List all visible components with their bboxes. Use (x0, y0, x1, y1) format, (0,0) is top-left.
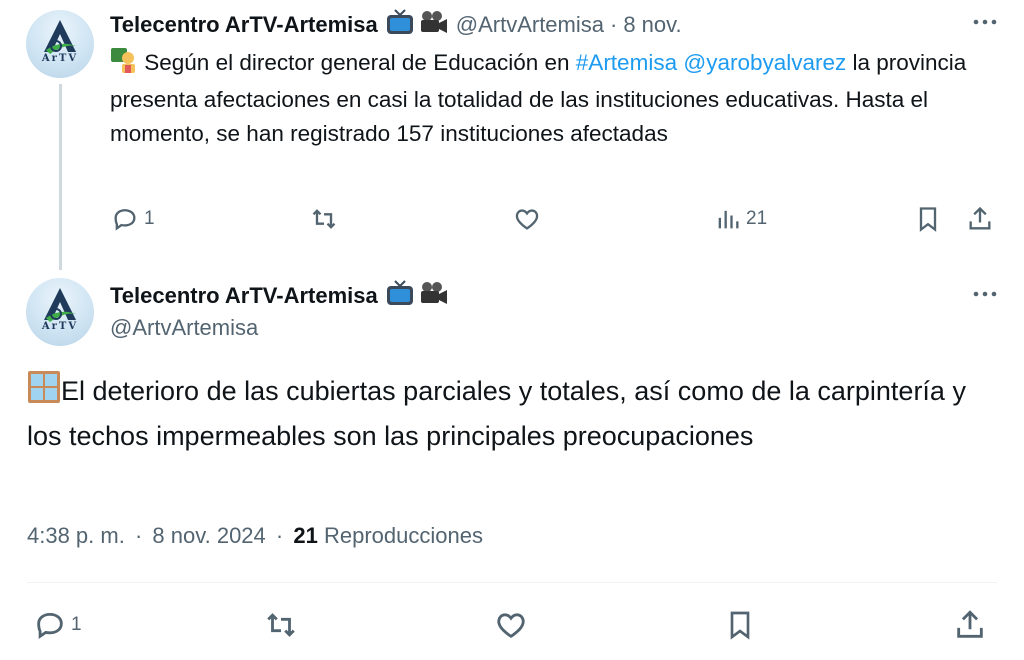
more-icon[interactable] (972, 282, 998, 312)
like-button[interactable] (494, 608, 528, 642)
views-count: 21 (746, 208, 768, 229)
tweet2-header: Telecentro ArTV-Artemisa (110, 280, 448, 311)
meta-separator: · (134, 523, 143, 548)
bookmark-icon (730, 611, 750, 640)
like-icon (497, 613, 525, 638)
views-label: Reproducciones (323, 523, 483, 548)
avatar[interactable]: ArTV (26, 278, 94, 346)
tweet-time[interactable]: 4:38 p. m. (27, 523, 125, 548)
views-icon (718, 210, 739, 229)
window-emoji-icon (27, 370, 61, 416)
movie-camera-emoji-icon (418, 9, 448, 41)
retweet-icon (312, 209, 336, 229)
bookmark-icon (919, 207, 937, 232)
retweet-button[interactable] (308, 205, 340, 233)
reply-button[interactable]: 1 (110, 205, 155, 233)
share-icon (969, 206, 991, 230)
more-icon[interactable] (972, 10, 998, 40)
header-separator: · (610, 12, 618, 37)
avatar-logo-text: ArTV (41, 53, 79, 64)
tweet2-text: El deterioro de las cubiertas parciales … (27, 370, 987, 457)
reply-button[interactable]: 1 (33, 608, 82, 642)
like-button[interactable] (512, 205, 542, 233)
author-handle[interactable]: @ArtvArtemisa (110, 315, 258, 341)
share-icon (957, 610, 983, 638)
avatar[interactable]: ArTV (26, 10, 94, 78)
tweet2-actions: 1 (27, 604, 1007, 648)
views-button[interactable]: 21 (714, 205, 767, 233)
author-name[interactable]: Telecentro ArTV-Artemisa (110, 283, 378, 309)
bookmark-button[interactable] (724, 608, 756, 642)
retweet-icon (267, 613, 295, 637)
divider (27, 582, 997, 583)
retweet-button[interactable] (263, 608, 299, 642)
share-button[interactable] (953, 608, 987, 642)
avatar-logo-text: ArTV (41, 321, 79, 332)
tweet-date[interactable]: 8 nov. (623, 12, 681, 38)
thread-line (59, 84, 62, 270)
share-button[interactable] (966, 205, 994, 233)
bookmark-button[interactable] (914, 205, 942, 233)
views-count: 21 (293, 523, 318, 548)
tweet1-header: Telecentro ArTV-Artemisa @ArtvArtemisa ·… (110, 9, 682, 41)
like-icon (515, 209, 539, 230)
author-name[interactable]: Telecentro ArTV-Artemisa (110, 12, 378, 38)
reply-icon (114, 209, 136, 231)
hashtag-link[interactable]: #Artemisa (576, 50, 677, 75)
reply-count: 1 (71, 614, 82, 635)
tweet2-body: El deterioro de las cubiertas parciales … (27, 376, 966, 451)
tweet1-text: Según el director general de Educación e… (110, 46, 1010, 151)
author-handle[interactable]: @ArtvArtemisa (456, 12, 604, 38)
tv-emoji-icon (386, 280, 414, 311)
meta-separator: · (275, 523, 284, 548)
reply-icon (37, 612, 63, 640)
tweet-meta: 4:38 p. m. · 8 nov. 2024 · 21 Reproducci… (27, 523, 483, 549)
mention-link[interactable]: @yarobyalvarez (683, 50, 846, 75)
artv-logo-icon (44, 20, 76, 54)
tweet-date[interactable]: 8 nov. 2024 (152, 523, 265, 548)
tv-emoji-icon (386, 9, 414, 41)
tweet1-actions: 1 21 (108, 200, 1008, 240)
teacher-emoji-icon (110, 47, 138, 83)
reply-count: 1 (144, 208, 155, 229)
tweet1-text-before: Según el director general de Educación e… (138, 50, 576, 75)
artv-logo-icon (44, 288, 76, 322)
movie-camera-emoji-icon (418, 280, 448, 311)
